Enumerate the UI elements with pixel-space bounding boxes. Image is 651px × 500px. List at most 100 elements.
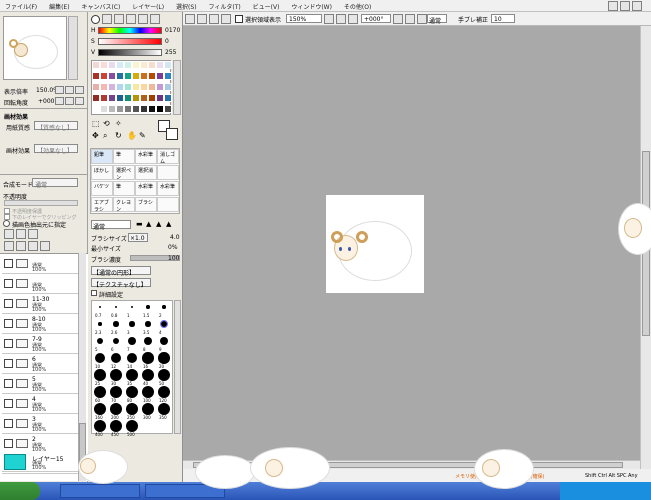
brush-texture-select[interactable]: 【テクスチャなし】 (93, 280, 147, 289)
value-slider[interactable] (98, 49, 162, 56)
visibility-icon[interactable] (4, 419, 13, 428)
layer-row[interactable]: 5 通常 100% (2, 374, 82, 394)
tool-watercolor[interactable]: 水彩筆 (135, 149, 157, 164)
brush-size-dot[interactable] (112, 337, 120, 345)
color-swatch[interactable] (164, 105, 172, 113)
brush-size-dot[interactable] (145, 321, 151, 327)
visibility-icon[interactable] (4, 359, 13, 368)
start-button[interactable] (0, 482, 40, 500)
detail-toggle[interactable] (91, 290, 97, 296)
toolbar-blend[interactable]: 通常 (429, 16, 441, 25)
brush-size-dot[interactable] (126, 369, 138, 381)
color-swatch[interactable] (100, 61, 108, 69)
saturation-slider[interactable] (98, 38, 162, 45)
color-swatch[interactable] (156, 94, 164, 102)
selection-checkbox[interactable] (235, 15, 243, 23)
zoom-value[interactable]: 150% (289, 16, 306, 23)
layer-row[interactable]: 4 通常 100% (2, 394, 82, 414)
color-swatch[interactable] (108, 83, 116, 91)
color-swatch[interactable] (92, 61, 100, 69)
layer-row[interactable]: 7-9 通常 100% (2, 334, 82, 354)
color-swatch[interactable] (100, 83, 108, 91)
color-swatch[interactable] (116, 72, 124, 80)
tool-blur[interactable]: ぼかし (91, 165, 113, 180)
color-swatch[interactable] (164, 83, 172, 91)
brush-size-dot[interactable] (142, 352, 154, 364)
brush-size-dot[interactable] (98, 322, 102, 326)
color-swatch[interactable] (124, 94, 132, 102)
nav-zoom-in[interactable] (65, 86, 74, 94)
color-swatch[interactable] (116, 61, 124, 69)
nav-rotate-right[interactable] (65, 97, 74, 105)
size-mult[interactable]: ×1.0 (130, 235, 145, 242)
layer-row[interactable]: 8-10 通常 100% (2, 314, 82, 334)
brush-size-dot[interactable] (110, 403, 122, 415)
tool-pencil[interactable]: 鉛筆 (91, 149, 113, 164)
visibility-icon[interactable] (4, 399, 13, 408)
tool-bucket[interactable]: バケツ (91, 181, 113, 196)
brush-size-dot[interactable] (94, 386, 106, 398)
zoom-reset-button[interactable] (348, 14, 358, 24)
color-swatch[interactable] (124, 72, 132, 80)
color-swatch[interactable] (132, 83, 140, 91)
tool-brush-2[interactable]: 筆 (113, 181, 135, 196)
layer-row[interactable]: 通常 100% (2, 274, 82, 294)
rotate-reset-button[interactable] (417, 14, 427, 24)
color-swatch[interactable] (92, 94, 100, 102)
zoom-in-button[interactable] (336, 14, 346, 24)
color-swatch[interactable] (116, 105, 124, 113)
brush-size-dot[interactable] (158, 369, 170, 381)
visibility-icon[interactable] (4, 379, 13, 388)
toolbar-btn-1[interactable] (185, 14, 195, 24)
tool-airbrush[interactable]: エアブラシ (91, 197, 113, 213)
brush-size-dot[interactable] (129, 321, 135, 327)
color-swatch[interactable] (140, 105, 148, 113)
color-swatch[interactable] (156, 83, 164, 91)
color-swatch[interactable] (108, 61, 116, 69)
transfer-button[interactable] (4, 241, 14, 251)
canvas-area[interactable] (183, 26, 640, 469)
nav-zoom-reset[interactable] (75, 86, 84, 94)
brush-shape-select[interactable]: 【通常の円形】 (93, 268, 135, 277)
tool-crayon[interactable]: クレヨン (113, 197, 135, 213)
color-swatch[interactable] (124, 83, 132, 91)
color-swatch[interactable] (92, 83, 100, 91)
brush-mode-select[interactable]: 通常 (93, 222, 105, 231)
color-swatch[interactable] (156, 105, 164, 113)
brush-size-dot[interactable] (94, 403, 106, 415)
brush-size-dot[interactable] (159, 336, 169, 346)
brush-shape-buttons[interactable]: ▬ ▲ ▲ ▲ (134, 220, 180, 229)
color-swatch[interactable] (156, 72, 164, 80)
close-button[interactable] (632, 1, 642, 11)
copy-layer-button[interactable] (28, 229, 38, 239)
brush-size-scrollbar[interactable] (174, 300, 181, 434)
eyedropper-icon[interactable]: ✎ (139, 131, 146, 140)
color-swatch[interactable] (108, 105, 116, 113)
tool-empty-2[interactable] (157, 197, 179, 212)
hue-slider[interactable] (98, 27, 162, 34)
tool-brush-3[interactable]: ブラシ (135, 197, 157, 212)
tool-brush[interactable]: 筆 (113, 149, 135, 164)
color-swatch-grid[interactable] (91, 60, 172, 115)
brush-size-grid[interactable]: 0.7 0.8 1 1.5 2 2.3 2.6 3 3.5 4 5 6 7 8 9 10 12 14 16 20 25 3… (91, 300, 173, 437)
brush-size-dot[interactable] (158, 352, 170, 364)
brush-size-dot[interactable] (143, 336, 153, 346)
color-swatch[interactable] (156, 61, 164, 69)
tool-eraser[interactable]: 消しゴム (157, 149, 179, 165)
brush-size-dot[interactable] (111, 353, 121, 363)
color-swatch[interactable] (148, 83, 156, 91)
brush-size-dot[interactable] (115, 306, 117, 308)
brush-size-dot[interactable] (95, 353, 105, 363)
brush-size-dot[interactable] (126, 420, 138, 432)
visibility-icon[interactable] (4, 339, 13, 348)
layer-row[interactable]: 6 通常 100% (2, 354, 82, 374)
color-swatch[interactable] (108, 72, 116, 80)
visibility-icon[interactable] (4, 299, 13, 308)
navigator-preview[interactable] (3, 16, 67, 80)
brush-size-dot[interactable] (127, 353, 137, 363)
lasso-icon[interactable]: ⟲ (103, 119, 110, 128)
stabilizer-value[interactable]: 10 (494, 16, 502, 23)
brush-size-dot[interactable] (142, 403, 154, 415)
color-swatch[interactable] (124, 105, 132, 113)
color-swatch[interactable] (140, 61, 148, 69)
